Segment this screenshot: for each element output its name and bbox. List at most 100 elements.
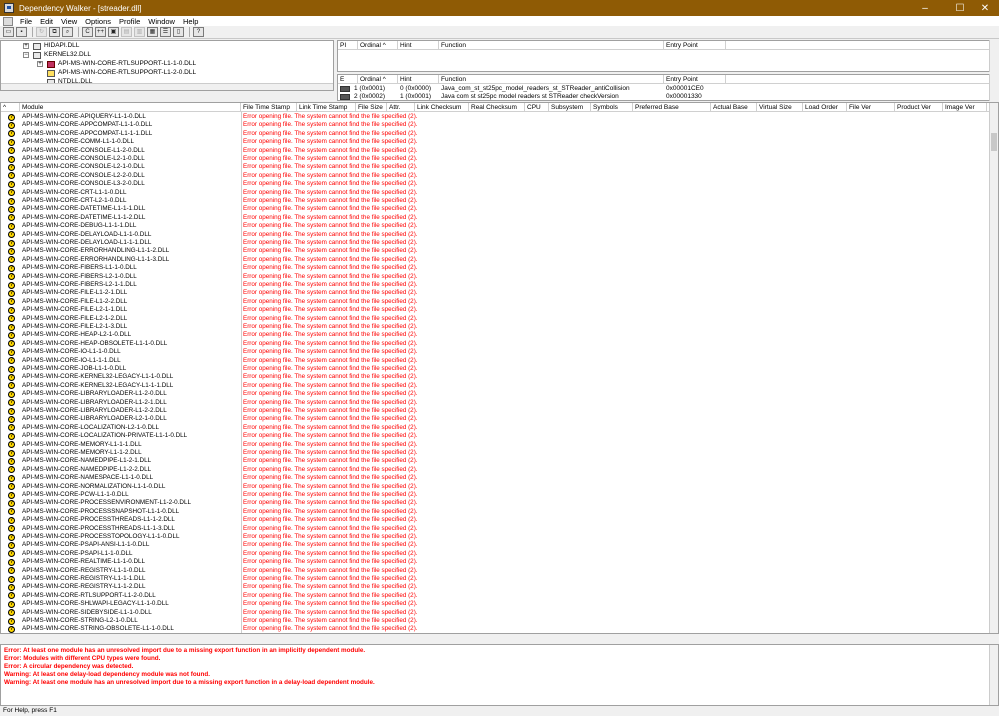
module-row[interactable]: ? API-MS-WIN-CORE-DELAYLOAD-L1-1-0.DLL Err… [1, 231, 988, 239]
log-scrollbar[interactable] [989, 645, 998, 705]
col-entry-point[interactable]: Entry Point [664, 75, 726, 84]
module-row[interactable]: ? API-MS-WIN-CORE-CONSOLE-L1-2-0.DLL Error… [1, 147, 988, 155]
tree-expander-icon[interactable]: + [37, 61, 43, 67]
module-row[interactable]: ? API-MS-WIN-CORE-PROCESSSNAPSHOT-L1-1-0.… [1, 508, 988, 516]
module-row[interactable]: ? API-MS-WIN-CORE-FILE-L1-2-2.DLL Error op… [1, 298, 988, 306]
module-row[interactable]: ? API-MS-WIN-CORE-DATETIME-L1-1-2.DLL Erro… [1, 214, 988, 222]
close-button[interactable]: ✕ [970, 0, 999, 16]
title-bar[interactable]: Dependency Walker - [streader.dll] – ☐ ✕ [0, 0, 999, 16]
module-row[interactable]: ? API-MS-WIN-CORE-APIQUERY-L1-1-0.DLL Erro… [1, 113, 988, 121]
tree-node[interactable]: API-MS-WIN-CORE-RTLSUPPORT-L1-2-0.DLL [37, 69, 196, 77]
col-attr[interactable]: Attr. [387, 103, 415, 112]
scrollbar-thumb[interactable] [991, 133, 997, 151]
mdi-window-icon[interactable] [3, 16, 13, 26]
module-row[interactable]: ? API-MS-WIN-CORE-KERNEL32-LEGACY-L1-1-1.… [1, 382, 988, 390]
tree-horizontal-scrollbar[interactable] [1, 83, 333, 90]
module-row[interactable]: ? API-MS-WIN-CORE-SIDEBYSIDE-L1-1-0.DLL Er… [1, 609, 988, 617]
col-real-checksum[interactable]: Real Checksum [469, 103, 525, 112]
module-row[interactable]: ? API-MS-WIN-CORE-FILE-L2-1-3.DLL Error op… [1, 323, 988, 331]
module-row[interactable]: ? API-MS-WIN-CORE-PROCESSENVIRONMENT-L1-2… [1, 499, 988, 507]
module-row[interactable]: ? API-MS-WIN-CORE-PSAPI-L1-1-0.DLL Error o… [1, 550, 988, 558]
module-row[interactable]: ? API-MS-WIN-CORE-NAMESPACE-L1-1-0.DLL Err… [1, 474, 988, 482]
col-image-ver[interactable]: Image Ver [943, 103, 987, 112]
menu-file[interactable]: File [16, 17, 36, 26]
tree-node[interactable]: + HIDAPI.DLL [23, 42, 79, 50]
col-function[interactable]: Function [439, 41, 664, 50]
col-link-time-stamp[interactable]: Link Time Stamp [297, 103, 356, 112]
module-row[interactable]: ? API-MS-WIN-CORE-ERRORHANDLING-L1-1-3.DL… [1, 256, 988, 264]
copy-icon[interactable]: ⧉ [49, 27, 60, 37]
col-file-time-stamp[interactable]: File Time Stamp [241, 103, 297, 112]
module-row[interactable]: ? API-MS-WIN-CORE-FILE-L1-2-1.DLL Error op… [1, 289, 988, 297]
module-row[interactable]: ? API-MS-WIN-CORE-LIBRARYLOADER-L1-2-0.DL… [1, 390, 988, 398]
module-row[interactable]: ? API-MS-WIN-CORE-IO-L1-1-0.DLL Error open… [1, 348, 988, 356]
module-row[interactable]: ? API-MS-WIN-CORE-LOCALIZATION-L2-1-0.DLL… [1, 424, 988, 432]
module-row[interactable]: ? API-MS-WIN-CORE-LOCALIZATION-PRIVATE-L1… [1, 432, 988, 440]
minimize-button[interactable]: – [910, 0, 940, 16]
col-file-ver[interactable]: File Ver [847, 103, 895, 112]
module-row[interactable]: ? API-MS-WIN-CORE-LIBRARYLOADER-L2-1-0.DL… [1, 415, 988, 423]
tile-vertical-icon[interactable]: ▯ [173, 27, 184, 37]
module-row[interactable]: ? API-MS-WIN-CORE-CONSOLE-L2-1-0.DLL Error… [1, 163, 988, 171]
cascade-icon[interactable]: ▦ [147, 27, 158, 37]
module-row[interactable]: ? API-MS-WIN-CORE-PROCESSTHREADS-L1-1-2.D… [1, 516, 988, 524]
col-hint[interactable]: Hint [398, 41, 439, 50]
undecorate-icon[interactable]: ++ [95, 27, 106, 37]
module-row[interactable]: ? API-MS-WIN-CORE-HEAP-OBSOLETE-L1-1-0.DL… [1, 340, 988, 348]
open-folder-icon[interactable]: ▭ [3, 27, 14, 37]
module-row[interactable]: ? API-MS-WIN-CORE-MEMORY-L1-1-1.DLL Error … [1, 441, 988, 449]
module-row[interactable]: ? API-MS-WIN-CORE-NAMEDPIPE-L1-2-2.DLL Err… [1, 466, 988, 474]
module-list-scrollbar[interactable] [989, 103, 998, 633]
tree-node[interactable]: + API-MS-WIN-CORE-RTLSUPPORT-L1-1-0.DLL [37, 60, 196, 68]
col-virtual-size[interactable]: Virtual Size [757, 103, 803, 112]
col-sort[interactable]: ^ [1, 103, 20, 112]
module-row[interactable]: ? API-MS-WIN-CORE-CONSOLE-L2-2-0.DLL Error… [1, 172, 988, 180]
module-row[interactable]: ? API-MS-WIN-CORE-FIBERS-L2-1-0.DLL Error … [1, 273, 988, 281]
col-link-checksum[interactable]: Link Checksum [415, 103, 469, 112]
col-subsystem[interactable]: Subsystem [549, 103, 591, 112]
col-pi[interactable]: PI [338, 41, 358, 50]
col-ordinal[interactable]: Ordinal ^ [358, 41, 398, 50]
module-row[interactable]: ? API-MS-WIN-CORE-PSAPI-ANSI-L1-1-0.DLL Er… [1, 541, 988, 549]
module-row[interactable]: ? API-MS-WIN-CORE-MEMORY-L1-1-2.DLL Error … [1, 449, 988, 457]
expand-icon[interactable]: ▤ [121, 27, 132, 37]
module-row[interactable]: ? API-MS-WIN-CORE-APPCOMPAT-L1-1-0.DLL Err… [1, 121, 988, 129]
menu-options[interactable]: Options [81, 17, 115, 26]
module-row[interactable]: ? API-MS-WIN-CORE-NAMEDPIPE-L1-2-1.DLL Err… [1, 457, 988, 465]
collapse-icon[interactable]: ▥ [134, 27, 145, 37]
help-icon[interactable]: ? [193, 27, 204, 37]
tree-expander-icon[interactable]: + [23, 43, 29, 49]
module-row[interactable]: ? API-MS-WIN-CORE-JOB-L1-1-0.DLL Error ope… [1, 365, 988, 373]
refresh-icon[interactable]: ↻ [36, 27, 47, 37]
exports-scrollbar[interactable] [989, 74, 998, 101]
module-row[interactable]: ? API-MS-WIN-CORE-FILE-L2-1-1.DLL Error op… [1, 306, 988, 314]
module-row[interactable]: ? API-MS-WIN-CORE-IO-L1-1-1.DLL Error open… [1, 357, 988, 365]
col-module[interactable]: Module [20, 103, 241, 112]
module-row[interactable]: ? API-MS-WIN-CORE-DELAYLOAD-L1-1-1.DLL Err… [1, 239, 988, 247]
col-entry-point[interactable]: Entry Point [664, 41, 726, 50]
module-row[interactable]: ? API-MS-WIN-CORE-DATETIME-L1-1-1.DLL Erro… [1, 205, 988, 213]
module-row[interactable]: ? API-MS-WIN-CORE-FIBERS-L2-1-1.DLL Error … [1, 281, 988, 289]
col-hint[interactable]: Hint [398, 75, 439, 84]
menu-profile[interactable]: Profile [115, 17, 144, 26]
menu-edit[interactable]: Edit [36, 17, 57, 26]
module-row[interactable]: ? API-MS-WIN-CORE-FILE-L2-1-2.DLL Error op… [1, 315, 988, 323]
module-row[interactable]: ? API-MS-WIN-CORE-STRING-L2-1-0.DLL Error … [1, 617, 988, 625]
module-row[interactable]: ? API-MS-WIN-CORE-APPCOMPAT-L1-1-1.DLL Err… [1, 130, 988, 138]
export-row[interactable]: 2 (0x0002) 1 (0x0001) Java com st st25pc m… [338, 93, 726, 100]
col-product-ver[interactable]: Product Ver [895, 103, 943, 112]
menu-view[interactable]: View [57, 17, 81, 26]
save-icon[interactable]: ▪ [16, 27, 27, 37]
full-paths-icon[interactable]: C [82, 27, 93, 37]
col-preferred-base[interactable]: Preferred Base [633, 103, 711, 112]
module-row[interactable]: ? API-MS-WIN-CORE-DEBUG-L1-1-1.DLL Error o… [1, 222, 988, 230]
col-e[interactable]: E [338, 75, 358, 84]
module-row[interactable]: ? API-MS-WIN-CORE-CONSOLE-L2-1-0.DLL Error… [1, 155, 988, 163]
module-row[interactable]: ? API-MS-WIN-CORE-RTLSUPPORT-L1-2-0.DLL Er… [1, 592, 988, 600]
col-function[interactable]: Function [439, 75, 664, 84]
col-ordinal[interactable]: Ordinal ^ [358, 75, 398, 84]
module-row[interactable]: ? API-MS-WIN-CORE-NORMALIZATION-L1-1-0.DL… [1, 483, 988, 491]
col-cpu[interactable]: CPU [525, 103, 549, 112]
module-row[interactable]: ? API-MS-WIN-CORE-STRING-OBSOLETE-L1-1-0.… [1, 625, 988, 633]
module-row[interactable]: ? API-MS-WIN-CORE-KERNEL32-LEGACY-L1-1-0.… [1, 373, 988, 381]
